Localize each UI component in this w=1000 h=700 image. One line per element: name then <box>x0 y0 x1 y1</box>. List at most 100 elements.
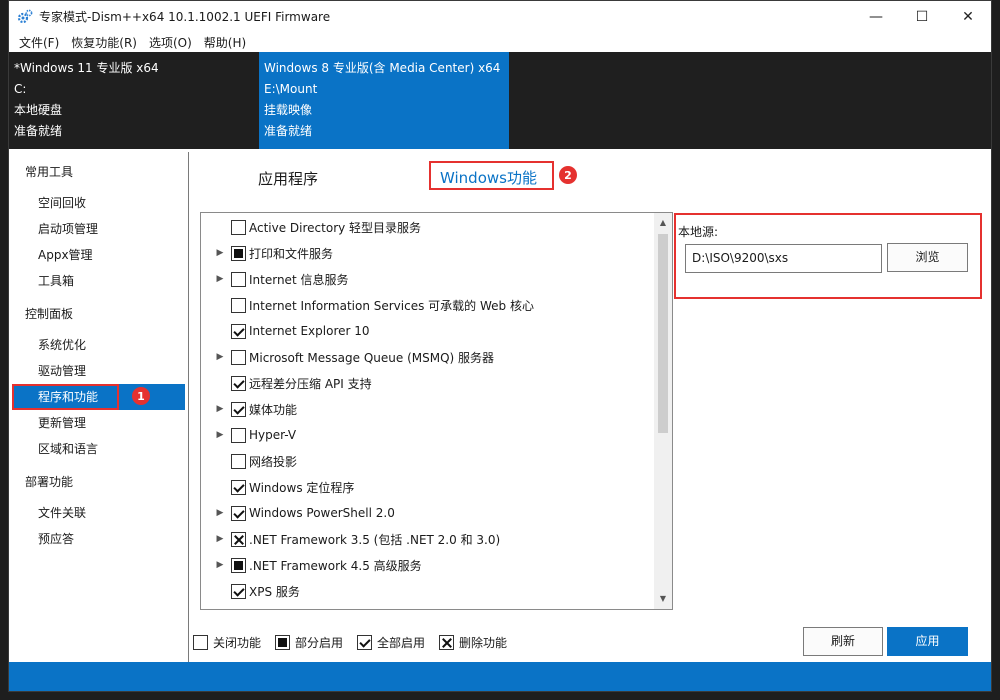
sidebar-section-control-panel: 控制面板 <box>25 307 74 321</box>
feature-checkbox[interactable] <box>231 401 246 417</box>
image-card-mounted[interactable]: Windows 8 专业版(含 Media Center) x64 E:\Mou… <box>259 52 509 149</box>
feature-checkbox[interactable] <box>231 505 246 521</box>
feature-checkbox[interactable] <box>231 583 246 599</box>
feature-row[interactable]: Active Directory 轻型目录服务 <box>201 214 651 240</box>
feature-checkbox[interactable] <box>231 427 246 443</box>
sidebar-item-updates[interactable]: 更新管理 <box>10 410 188 436</box>
feature-row[interactable]: ▶ .NET Framework 3.5 (包括 .NET 2.0 和 3.0) <box>201 526 651 552</box>
expand-arrow-icon[interactable]: ▶ <box>215 248 225 258</box>
scroll-thumb[interactable] <box>658 234 668 433</box>
annotation-badge-1: 1 <box>132 387 150 405</box>
apply-button[interactable]: 应用 <box>887 627 968 656</box>
image-card-local[interactable]: *Windows 11 专业版 x64 C: 本地硬盘 准备就绪 <box>9 52 259 149</box>
feature-checkbox[interactable] <box>231 479 246 495</box>
image-type: 挂载映像 <box>264 103 313 117</box>
feature-label: .NET Framework 4.5 高级服务 <box>249 558 422 573</box>
feature-checkbox[interactable] <box>231 271 246 287</box>
expand-arrow-icon[interactable]: ▶ <box>215 274 225 284</box>
legend-item: 删除功能 <box>439 634 507 651</box>
image-session-bar: *Windows 11 专业版 x64 C: 本地硬盘 准备就绪 Windows… <box>9 52 991 149</box>
sidebar: 常用工具 空间回收 启动项管理 Appx管理 工具箱 控制面板 系统优化 驱动管… <box>10 152 189 662</box>
refresh-button[interactable]: 刷新 <box>803 627 883 656</box>
feature-label: Hyper-V <box>249 428 297 442</box>
feature-label: 打印和文件服务 <box>249 246 334 261</box>
feature-label: Active Directory 轻型目录服务 <box>249 220 422 235</box>
menu-restore[interactable]: 恢复功能(R) <box>65 34 143 51</box>
sidebar-item-region-language[interactable]: 区域和语言 <box>10 436 188 462</box>
scroll-up-icon[interactable]: ▲ <box>654 216 672 230</box>
feature-row[interactable]: 网络投影 <box>201 448 651 474</box>
sidebar-item-toolbox[interactable]: 工具箱 <box>10 268 188 294</box>
sidebar-section-deploy: 部署功能 <box>25 475 74 489</box>
expand-arrow-icon[interactable]: ▶ <box>215 404 225 414</box>
feature-checkbox[interactable] <box>231 349 246 365</box>
minimize-button[interactable]: — <box>853 1 899 32</box>
sidebar-item-drivers[interactable]: 驱动管理 <box>10 358 188 384</box>
feature-checkbox[interactable] <box>231 323 246 339</box>
feature-label: .NET Framework 3.5 (包括 .NET 2.0 和 3.0) <box>249 532 501 547</box>
sidebar-item-startup[interactable]: 启动项管理 <box>10 216 188 242</box>
image-status: 准备就绪 <box>264 124 313 138</box>
state-legend: 关闭功能 部分启用 全部启用 删除功能 <box>193 633 521 651</box>
legend-item: 全部启用 <box>357 634 425 651</box>
close-button[interactable]: ✕ <box>945 1 991 32</box>
expand-arrow-icon[interactable]: ▶ <box>215 534 225 544</box>
feature-checkbox[interactable] <box>231 219 246 235</box>
scroll-down-icon[interactable]: ▼ <box>654 592 672 606</box>
feature-checkbox[interactable] <box>231 297 246 313</box>
menu-bar: 文件(F) 恢复功能(R) 选项(O) 帮助(H) <box>9 32 991 52</box>
sidebar-section-common-tools: 常用工具 <box>25 165 74 179</box>
menu-options[interactable]: 选项(O) <box>143 34 198 51</box>
feature-row[interactable]: ▶ 媒体功能 <box>201 396 651 422</box>
feature-row[interactable]: Internet Information Services 可承载的 Web 核… <box>201 292 651 318</box>
tab-windows-features[interactable]: Windows功能 <box>440 167 537 188</box>
feature-row[interactable]: XPS 服务 <box>201 578 651 604</box>
feature-checkbox[interactable] <box>231 245 246 261</box>
sidebar-item-programs-features[interactable]: 程序和功能 <box>13 384 185 410</box>
tab-programs[interactable]: 应用程序 <box>258 168 318 189</box>
feature-row[interactable]: ▶ Windows PowerShell 2.0 <box>201 500 651 526</box>
feature-row[interactable]: ▶ Hyper-V <box>201 422 651 448</box>
feature-row[interactable]: Windows 定位程序 <box>201 474 651 500</box>
feature-row[interactable]: ▶ .NET Framework 4.5 高级服务 <box>201 552 651 578</box>
checked-checkbox-icon <box>357 634 373 650</box>
maximize-button[interactable]: ☐ <box>899 1 945 32</box>
feature-row[interactable]: Internet Explorer 10 <box>201 318 651 344</box>
image-name: *Windows 11 专业版 x64 <box>14 61 159 75</box>
image-name: Windows 8 专业版(含 Media Center) x64 <box>264 61 501 75</box>
menu-help[interactable]: 帮助(H) <box>198 34 252 51</box>
legend-item: 部分启用 <box>275 634 343 651</box>
feature-row[interactable]: 远程差分压缩 API 支持 <box>201 370 651 396</box>
image-type: 本地硬盘 <box>14 103 63 117</box>
image-status: 准备就绪 <box>14 124 63 138</box>
legend-label: 关闭功能 <box>213 635 262 650</box>
sidebar-item-appx[interactable]: Appx管理 <box>10 242 188 268</box>
expand-arrow-icon[interactable]: ▶ <box>215 508 225 518</box>
sidebar-item-answer-file[interactable]: 预应答 <box>10 526 188 552</box>
expand-arrow-icon[interactable]: ▶ <box>215 560 225 570</box>
status-bar <box>9 662 991 691</box>
feature-label: XPS 服务 <box>249 584 300 599</box>
feature-checkbox[interactable] <box>231 375 246 391</box>
feature-row[interactable]: ▶ 打印和文件服务 <box>201 240 651 266</box>
feature-checkbox[interactable] <box>231 531 246 547</box>
removed-checkbox-icon <box>439 634 455 650</box>
feature-row[interactable]: ▶ Internet 信息服务 <box>201 266 651 292</box>
browse-button[interactable]: 浏览 <box>887 243 968 272</box>
expand-arrow-icon[interactable]: ▶ <box>215 430 225 440</box>
feature-row[interactable]: ▶ Microsoft Message Queue (MSMQ) 服务器 <box>201 344 651 370</box>
menu-file[interactable]: 文件(F) <box>13 34 65 51</box>
sidebar-item-space-reclaim[interactable]: 空间回收 <box>10 190 188 216</box>
feature-label: 远程差分压缩 API 支持 <box>249 376 372 391</box>
source-label: 本地源: <box>678 225 719 239</box>
expand-arrow-icon[interactable]: ▶ <box>215 352 225 362</box>
sidebar-item-file-association[interactable]: 文件关联 <box>10 500 188 526</box>
feature-scrollbar[interactable]: ▲ ▼ <box>654 213 672 609</box>
feature-checkbox[interactable] <box>231 557 246 573</box>
feature-checkbox[interactable] <box>231 453 246 469</box>
source-path-input[interactable]: D:\ISO\9200\sxs <box>685 244 882 273</box>
feature-tree[interactable]: Active Directory 轻型目录服务 ▶ 打印和文件服务 ▶ Internet… <box>200 212 673 610</box>
image-path: C: <box>14 82 27 96</box>
sidebar-item-optimize[interactable]: 系统优化 <box>10 332 188 358</box>
legend-label: 删除功能 <box>459 635 508 650</box>
